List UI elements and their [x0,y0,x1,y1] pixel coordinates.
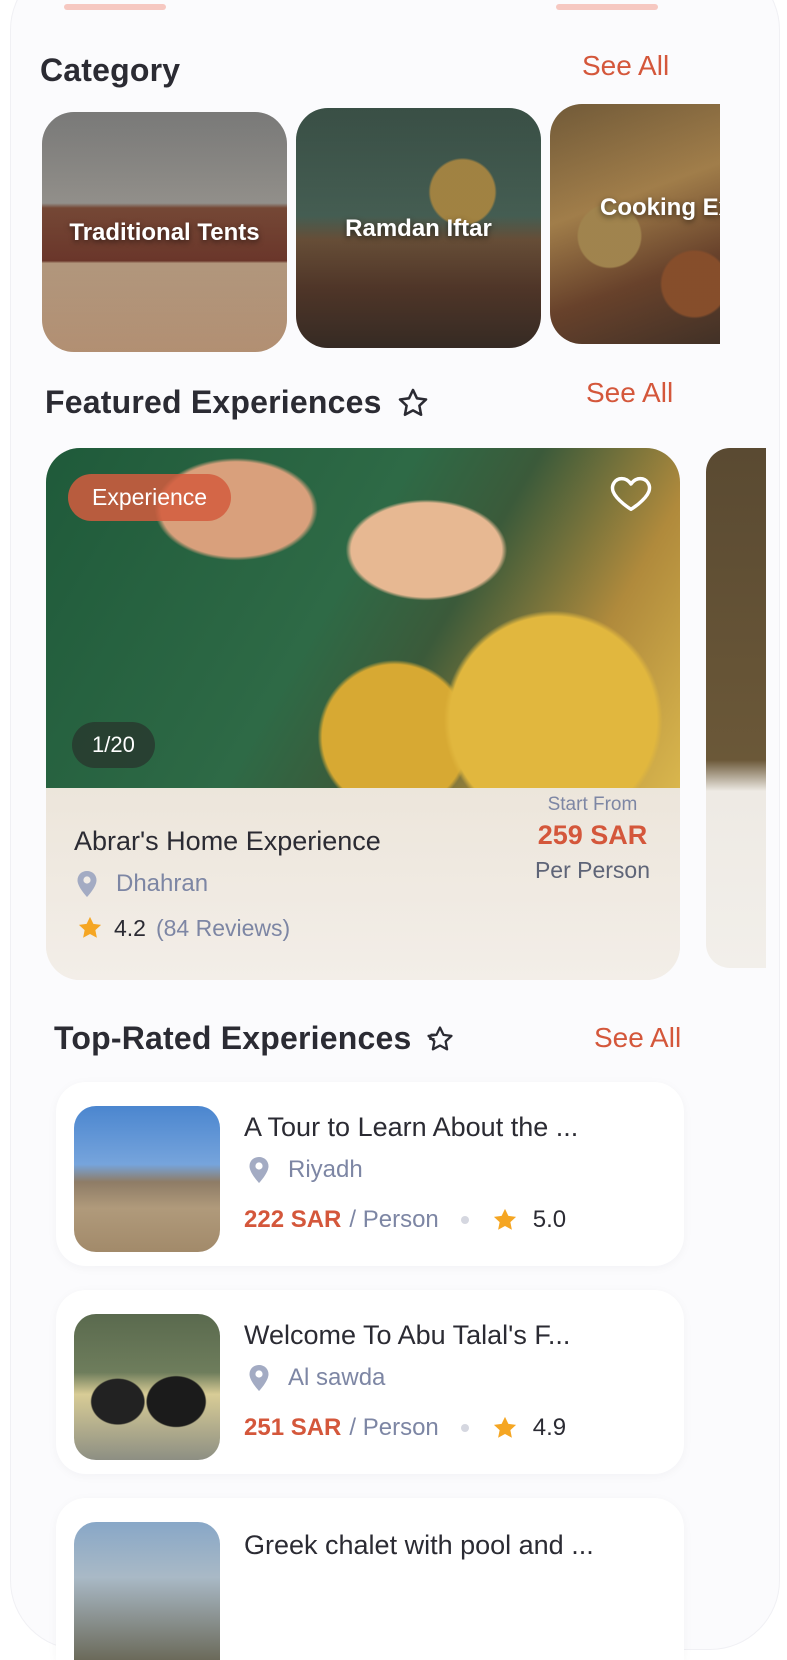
featured-price: 259 SAR [537,820,648,850]
top-rated-title: Top-Rated Experiences [54,1020,455,1057]
location-pin-icon [249,1157,269,1183]
item-name: Greek chalet with pool and ... [244,1530,594,1560]
separator-dot [460,1424,469,1432]
item-meta: 251 SAR / Person 4.9 [244,1414,566,1442]
item-location: Al sawda [248,1364,385,1392]
top-accent-right [556,4,658,10]
top-accent-left [64,4,166,10]
location-pin-icon [77,871,97,897]
category-title-text: Category [40,52,181,88]
item-rating: 5.0 [532,1206,567,1233]
top-rated-item[interactable]: Welcome To Abu Talal's F... Al sawda 251… [56,1290,684,1474]
category-card-traditional-tents[interactable]: Traditional Tents [42,112,287,352]
per-person-label: Per Person [534,857,650,883]
item-location-text: Al sawda [288,1364,386,1391]
featured-reviews-count: (84 Reviews) [155,914,291,941]
item-price: 222 SAR [244,1206,342,1233]
category-card-ramdan-iftar[interactable]: Ramdan Iftar [296,108,541,348]
experience-badge: Experience [68,474,232,521]
featured-see-all-link[interactable]: See All [586,377,673,409]
item-name: Welcome To Abu Talal's F... [244,1320,571,1350]
start-from-label: Start From [547,794,638,815]
experience-thumbnail [74,1522,220,1660]
star-icon [493,1208,516,1230]
experience-thumbnail [74,1106,220,1252]
item-per-label: / Person [349,1414,439,1441]
image-counter: 1/20 [72,722,155,768]
featured-next-card-peek[interactable] [706,448,766,968]
featured-experience-card[interactable]: Experience 1/20 Abrar's Home Experience … [46,448,680,980]
featured-title: Featured Experiences [45,384,430,421]
category-card-cooking-experience[interactable]: Cooking Experience [550,104,720,344]
heart-icon[interactable] [608,470,654,516]
location-pin-icon [249,1365,269,1391]
item-location-text: Riyadh [288,1156,363,1183]
featured-rating-value: 4.2 [114,914,146,941]
category-see-all-link[interactable]: See All [582,50,669,82]
category-label: Ramdan Iftar [345,214,492,242]
category-label: Traditional Tents [69,218,260,246]
featured-location-text: Dhahran [116,870,209,897]
star-icon [78,916,102,938]
item-rating: 4.9 [532,1414,567,1441]
separator-dot [460,1216,469,1224]
item-location: Riyadh [248,1156,363,1184]
item-per-label: / Person [349,1206,439,1233]
category-title: Category [40,52,180,89]
featured-price-block: Start From 259 SAR Per Person [535,794,650,884]
top-rated-item[interactable]: A Tour to Learn About the ... Riyadh 222… [56,1082,684,1266]
top-rated-item[interactable]: Greek chalet with pool and ... [56,1498,684,1660]
item-price: 251 SAR [244,1414,342,1441]
item-meta: 222 SAR / Person 5.0 [244,1206,566,1234]
category-label: Cooking Experience [600,194,720,221]
star-icon [493,1416,516,1438]
top-rated-see-all-link[interactable]: See All [594,1022,681,1054]
experience-thumbnail [74,1314,220,1460]
top-rated-title-text: Top-Rated Experiences [54,1020,412,1056]
item-name: A Tour to Learn About the ... [244,1112,579,1142]
star-outline-icon [427,1025,454,1050]
star-outline-icon [398,388,427,416]
featured-rating: 4.2 (84 Reviews) [76,914,290,942]
featured-title-text: Featured Experiences [45,384,382,420]
featured-name: Abrar's Home Experience [74,826,381,856]
featured-location: Dhahran [76,870,208,898]
